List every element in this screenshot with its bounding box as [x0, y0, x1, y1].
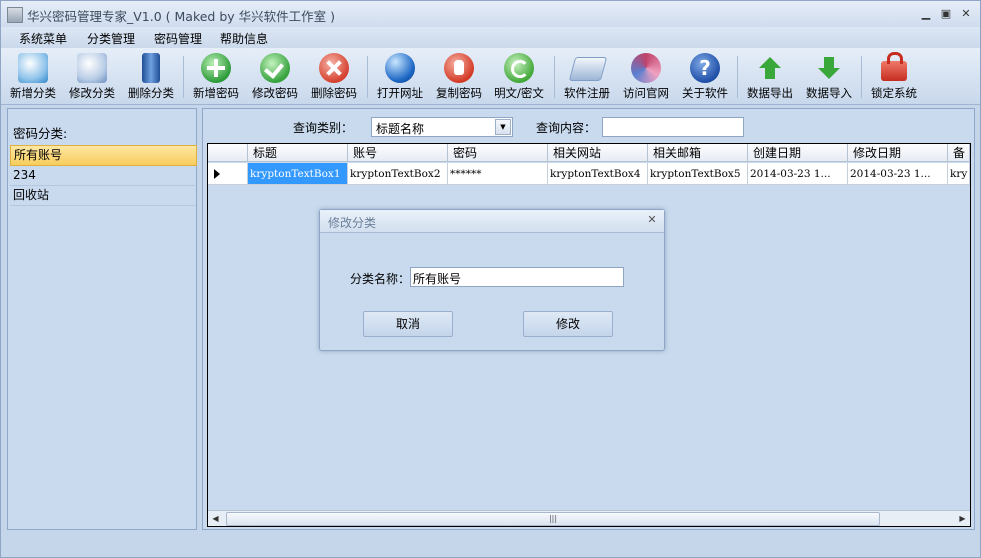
current-row-arrow-icon	[214, 169, 220, 179]
table-cell[interactable]: kryptonTextBox4	[548, 163, 648, 185]
arrow-up-icon	[755, 53, 785, 83]
close-icon[interactable]: ✕	[646, 214, 658, 226]
toolbar-separator	[367, 56, 368, 98]
hand-icon	[444, 53, 474, 83]
dialog-title: 修改分类	[328, 216, 377, 230]
category-item-234[interactable]: 234	[10, 166, 195, 186]
dialog-title-bar: 修改分类 ✕	[320, 210, 664, 233]
copy-password-button[interactable]: 复制密码	[431, 51, 487, 101]
table-cell[interactable]: 2014-03-23 1...	[748, 163, 848, 185]
edit-category-button[interactable]: 修改分类	[64, 51, 120, 101]
help-icon: ?	[690, 53, 720, 83]
restore-button[interactable]: ▣	[939, 8, 953, 20]
table-cell[interactable]: ******	[448, 163, 548, 185]
category-item-recycle-bin[interactable]: 回收站	[10, 186, 195, 206]
table-cell[interactable]: kryptonTextBox2	[348, 163, 448, 185]
title-bar: 华兴密码管理专家_V1.0 ( Maked by 华兴软件工作室 ) ▁ ▣ ✕	[1, 1, 980, 27]
toolbar-separator	[183, 56, 184, 98]
open-url-button[interactable]: 打开网址	[372, 51, 428, 101]
import-data-button[interactable]: 数据导入	[801, 51, 857, 101]
toolbar-separator	[737, 56, 738, 98]
main-window: 华兴密码管理专家_V1.0 ( Maked by 华兴软件工作室 ) ▁ ▣ ✕…	[0, 0, 981, 558]
table-corner-header	[208, 144, 248, 162]
edit-password-button[interactable]: 修改密码	[247, 51, 303, 101]
category-panel: 密码分类: 所有账号 234 回收站	[7, 108, 197, 530]
category-name-label: 分类名称：	[350, 272, 411, 286]
toolbar-separator	[554, 56, 555, 98]
category-item-all-accounts[interactable]: 所有账号	[10, 145, 197, 166]
refresh-icon	[504, 53, 534, 83]
query-content-input[interactable]	[602, 117, 744, 137]
trash-icon	[142, 53, 160, 83]
column-header-account[interactable]: 账号	[348, 144, 448, 162]
menu-help[interactable]: 帮助信息	[220, 30, 268, 47]
query-type-label: 查询类别：	[293, 121, 354, 135]
delete-password-button[interactable]: 删除密码	[306, 51, 362, 101]
query-type-select[interactable]: 标题名称 ▼	[371, 117, 513, 137]
arrow-down-icon	[814, 53, 844, 83]
delete-category-button[interactable]: 删除分类	[123, 51, 179, 101]
category-name-value: 所有账号	[413, 272, 462, 286]
column-header-created[interactable]: 创建日期	[748, 144, 848, 162]
column-header-modified[interactable]: 修改日期	[848, 144, 948, 162]
visit-website-button[interactable]: 访问官网	[618, 51, 674, 101]
menu-category[interactable]: 分类管理	[87, 30, 135, 47]
edit-category-dialog: 修改分类 ✕ 分类名称： 所有账号 取消 修改	[319, 209, 665, 351]
pencil-doc-icon	[18, 53, 48, 83]
column-header-remark[interactable]: 备注	[948, 144, 970, 162]
table-cell[interactable]: kryptonTextBox1	[248, 163, 348, 185]
column-header-email[interactable]: 相关邮箱	[648, 144, 748, 162]
add-password-button[interactable]: 新增密码	[188, 51, 244, 101]
toolbar-separator	[861, 56, 862, 98]
export-data-button[interactable]: 数据导出	[742, 51, 798, 101]
scroll-right-icon[interactable]: ▶	[955, 512, 970, 525]
column-header-password[interactable]: 密码	[448, 144, 548, 162]
pencil-icon	[77, 53, 107, 83]
plus-circle-icon	[201, 53, 231, 83]
column-header-title[interactable]: 标题	[248, 144, 348, 162]
scrollbar-thumb[interactable]: |||	[226, 512, 880, 526]
table-cell[interactable]: kry	[948, 163, 970, 185]
lock-system-button[interactable]: 锁定系统	[866, 51, 922, 101]
menu-password[interactable]: 密码管理	[154, 30, 202, 47]
horizontal-scrollbar[interactable]: ◀ ||| ▶	[208, 510, 970, 526]
chevron-down-icon[interactable]: ▼	[495, 119, 511, 135]
close-button[interactable]: ✕	[959, 8, 973, 20]
app-icon	[7, 7, 23, 23]
minimize-button[interactable]: ▁	[919, 8, 933, 20]
toolbar: 新增分类 修改分类 删除分类 新增密码 修改密码 删除密码 打开网址 复制密码 …	[1, 48, 980, 105]
menu-bar: 系统菜单 分类管理 密码管理 帮助信息	[1, 27, 980, 48]
table-cell[interactable]: 2014-03-23 1...	[848, 163, 948, 185]
category-panel-title: 密码分类:	[13, 126, 68, 141]
globe-icon	[385, 53, 415, 83]
x-circle-icon	[319, 53, 349, 83]
about-software-button[interactable]: ? 关于软件	[677, 51, 733, 101]
query-content-label: 查询内容：	[536, 121, 597, 135]
menu-system[interactable]: 系统菜单	[19, 30, 67, 47]
scroll-left-icon[interactable]: ◀	[208, 512, 223, 525]
category-name-input[interactable]: 所有账号	[410, 267, 624, 287]
lock-icon	[881, 52, 907, 81]
keyboard-icon	[568, 57, 608, 81]
toggle-plaintext-button[interactable]: 明文/密文	[488, 51, 550, 101]
register-software-button[interactable]: 软件注册	[559, 51, 615, 101]
modify-button[interactable]: 修改	[523, 311, 613, 337]
query-type-value: 标题名称	[376, 122, 425, 136]
network-icon	[631, 53, 661, 83]
check-circle-icon	[260, 53, 290, 83]
add-category-button[interactable]: 新增分类	[5, 51, 61, 101]
status-bar	[1, 533, 980, 557]
column-header-website[interactable]: 相关网站	[548, 144, 648, 162]
cancel-button[interactable]: 取消	[363, 311, 453, 337]
window-title: 华兴密码管理专家_V1.0 ( Maked by 华兴软件工作室 )	[27, 9, 335, 24]
row-header[interactable]	[208, 163, 248, 185]
table-cell[interactable]: kryptonTextBox5	[648, 163, 748, 185]
